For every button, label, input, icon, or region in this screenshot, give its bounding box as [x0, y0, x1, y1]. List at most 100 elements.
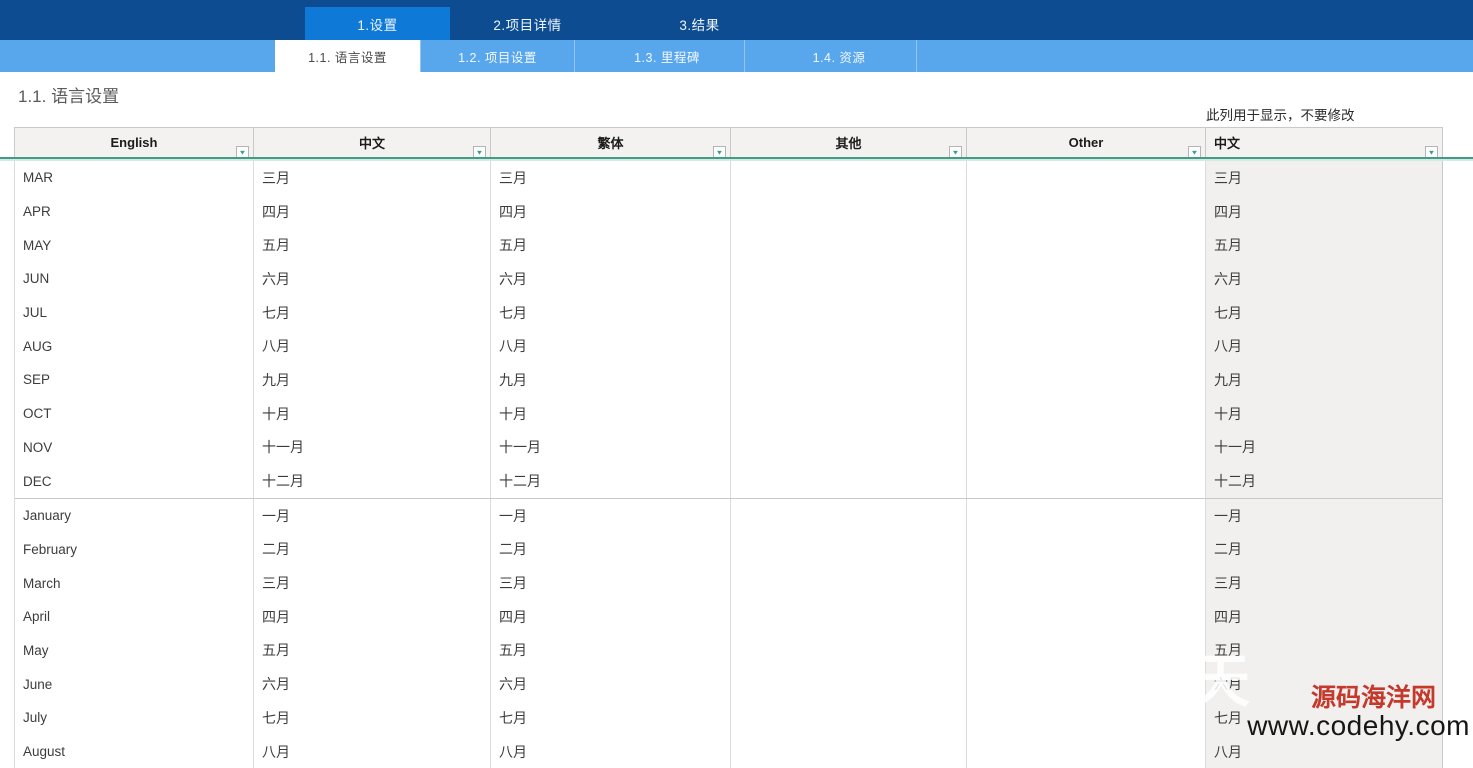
table-cell[interactable] [731, 430, 967, 465]
table-cell[interactable]: 一月 [254, 498, 491, 533]
table-cell[interactable]: 十一月 [1206, 430, 1442, 465]
table-cell[interactable]: 六月 [254, 262, 491, 296]
table-cell[interactable] [967, 161, 1206, 195]
table-cell[interactable]: 四月 [254, 599, 491, 634]
table-cell[interactable]: 四月 [1206, 194, 1442, 229]
table-cell[interactable]: May [15, 633, 254, 668]
table-cell[interactable]: 十月 [491, 396, 731, 431]
table-cell[interactable] [731, 295, 967, 330]
table-cell[interactable]: 四月 [1206, 599, 1442, 634]
table-cell[interactable]: 七月 [491, 295, 731, 330]
table-cell[interactable]: 三月 [254, 566, 491, 600]
table-cell[interactable]: 二月 [1206, 532, 1442, 567]
table-cell[interactable]: 五月 [491, 633, 731, 668]
table-cell[interactable]: JUL [15, 295, 254, 330]
table-cell[interactable] [967, 599, 1206, 634]
column-header-4[interactable]: Other ▼ [967, 128, 1206, 159]
table-cell[interactable]: 四月 [491, 599, 731, 634]
column-header-5[interactable]: 中文 ▼ [1206, 128, 1442, 159]
table-cell[interactable]: MAY [15, 228, 254, 263]
table-cell[interactable] [731, 329, 967, 364]
table-cell[interactable]: 二月 [491, 532, 731, 567]
table-cell[interactable]: OCT [15, 396, 254, 431]
table-cell[interactable]: 九月 [1206, 363, 1442, 397]
table-cell[interactable]: 三月 [491, 161, 731, 195]
table-cell[interactable] [967, 498, 1206, 533]
table-cell[interactable]: 九月 [491, 363, 731, 397]
table-cell[interactable]: April [15, 599, 254, 634]
table-cell[interactable]: March [15, 566, 254, 600]
table-cell[interactable]: 七月 [491, 701, 731, 735]
table-cell[interactable] [731, 363, 967, 397]
table-cell[interactable]: 五月 [491, 228, 731, 263]
table-cell[interactable] [967, 734, 1206, 768]
sub-tab-2[interactable]: 1.2. 项目设置 [420, 40, 575, 72]
sub-tab-3[interactable]: 1.3. 里程碑 [590, 40, 745, 72]
table-cell[interactable]: 四月 [254, 194, 491, 229]
table-cell[interactable] [731, 701, 967, 735]
table-cell[interactable]: January [15, 498, 254, 533]
table-cell[interactable] [731, 566, 967, 600]
table-cell[interactable] [967, 430, 1206, 465]
table-cell[interactable]: DEC [15, 464, 254, 498]
table-cell[interactable]: July [15, 701, 254, 735]
sub-tab-1[interactable]: 1.1. 语言设置 [275, 40, 420, 72]
table-cell[interactable]: June [15, 667, 254, 701]
table-cell[interactable] [731, 228, 967, 263]
table-cell[interactable] [731, 498, 967, 533]
table-cell[interactable]: 三月 [254, 161, 491, 195]
column-header-1[interactable]: 中文 ▼ [254, 128, 491, 159]
table-cell[interactable] [967, 566, 1206, 600]
table-cell[interactable] [731, 464, 967, 498]
table-cell[interactable]: 五月 [254, 228, 491, 263]
table-cell[interactable]: August [15, 734, 254, 768]
table-cell[interactable]: 十二月 [491, 464, 731, 498]
table-cell[interactable] [967, 396, 1206, 431]
table-cell[interactable]: 八月 [491, 329, 731, 364]
table-cell[interactable] [731, 633, 967, 668]
table-cell[interactable]: 十月 [1206, 396, 1442, 431]
table-cell[interactable] [967, 532, 1206, 567]
table-cell[interactable]: 八月 [254, 329, 491, 364]
table-cell[interactable] [731, 734, 967, 768]
table-cell[interactable]: 七月 [1206, 295, 1442, 330]
table-cell[interactable]: 五月 [254, 633, 491, 668]
column-header-3[interactable]: 其他 ▼ [731, 128, 967, 159]
table-cell[interactable] [967, 633, 1206, 668]
table-cell[interactable]: 七月 [254, 295, 491, 330]
table-cell[interactable]: 十一月 [491, 430, 731, 465]
table-cell[interactable]: AUG [15, 329, 254, 364]
table-cell[interactable]: 三月 [1206, 566, 1442, 600]
column-header-2[interactable]: 繁体 ▼ [491, 128, 731, 159]
table-cell[interactable]: JUN [15, 262, 254, 296]
table-cell[interactable]: 十二月 [1206, 464, 1442, 498]
table-cell[interactable] [967, 667, 1206, 701]
table-cell[interactable]: 八月 [1206, 329, 1442, 364]
table-cell[interactable] [967, 295, 1206, 330]
table-cell[interactable]: 九月 [254, 363, 491, 397]
top-tab-2[interactable]: 2.项目详情 [455, 7, 600, 40]
table-cell[interactable]: 十月 [254, 396, 491, 431]
table-cell[interactable]: 十一月 [254, 430, 491, 465]
table-cell[interactable]: 六月 [254, 667, 491, 701]
column-header-0[interactable]: English ▼ [15, 128, 254, 159]
table-cell[interactable] [967, 329, 1206, 364]
sub-tab-4[interactable]: 1.4. 资源 [762, 40, 917, 72]
table-cell[interactable]: 三月 [1206, 161, 1442, 195]
table-cell[interactable] [731, 599, 967, 634]
table-cell[interactable]: February [15, 532, 254, 567]
table-cell[interactable]: 一月 [491, 498, 731, 533]
table-cell[interactable]: 一月 [1206, 498, 1442, 533]
table-cell[interactable] [731, 194, 967, 229]
table-cell[interactable] [967, 701, 1206, 735]
table-cell[interactable]: MAR [15, 161, 254, 195]
table-cell[interactable]: 三月 [491, 566, 731, 600]
table-cell[interactable]: NOV [15, 430, 254, 465]
table-cell[interactable]: SEP [15, 363, 254, 397]
table-cell[interactable]: 五月 [1206, 228, 1442, 263]
table-cell[interactable]: APR [15, 194, 254, 229]
table-cell[interactable] [731, 262, 967, 296]
table-cell[interactable] [967, 194, 1206, 229]
table-cell[interactable] [967, 228, 1206, 263]
table-cell[interactable] [731, 532, 967, 567]
